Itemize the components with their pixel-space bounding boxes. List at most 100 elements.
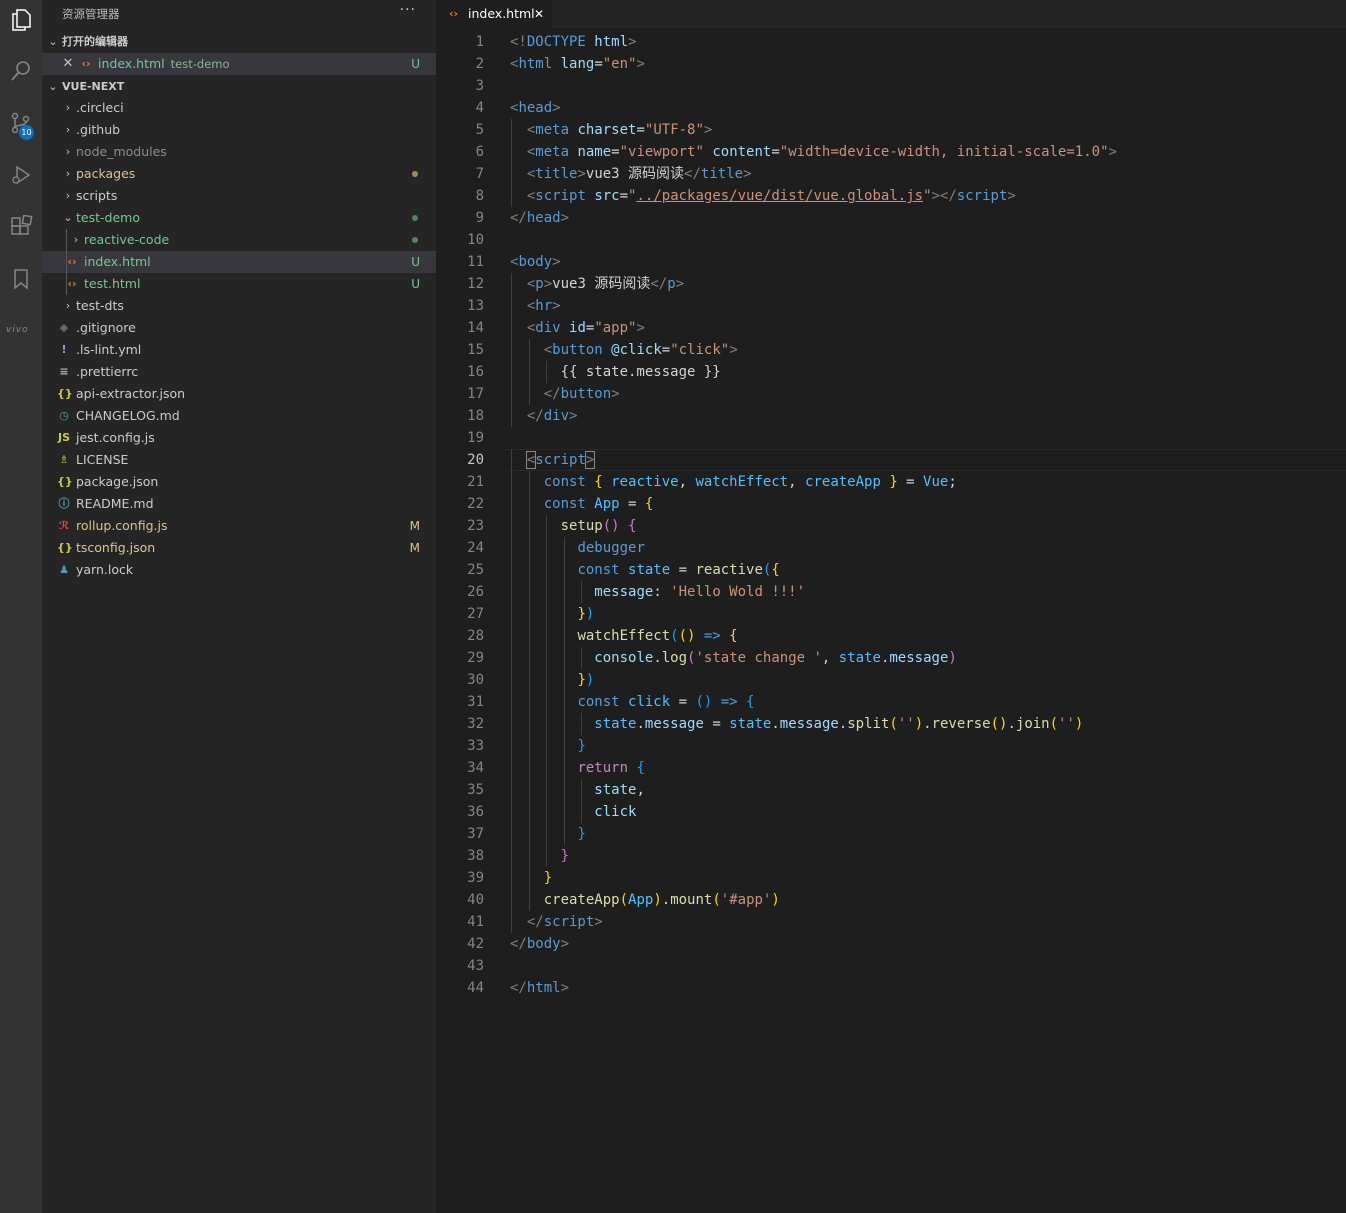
code-line[interactable]: <button @click="click"> [510,339,738,361]
tree-item-label: yarn.lock [76,562,134,577]
code-token: < [543,342,553,358]
tree-item-rollup-config-js[interactable]: ℛrollup.config.js M [42,515,436,537]
code-line[interactable]: <!DOCTYPE html> [510,31,636,53]
code-line[interactable]: const state = reactive({ [510,559,779,581]
code-line[interactable]: state, [510,779,645,801]
tree-item-yarn-lock[interactable]: ♟ yarn.lock [42,559,436,581]
tree-item-dot-ls-lint-yml[interactable]: ! .ls-lint.yml [42,339,436,361]
bookmarks-icon[interactable] [5,263,37,295]
tree-item-node-modules[interactable]: › node_modules [42,141,436,163]
tree-item-scripts[interactable]: › scripts [42,185,436,207]
tab-label: index.html [468,6,535,21]
code-line[interactable]: <body> [510,251,561,273]
code-token: debugger [577,540,645,556]
code-line[interactable]: const { reactive, watchEffect, createApp… [510,471,957,493]
tree-item-test-demo[interactable]: ⌄ test-demo [42,207,436,229]
tree-item-dot-gitignore[interactable]: ◆ .gitignore [42,317,436,339]
code-line[interactable]: <script src="../packages/vue/dist/vue.gl… [510,185,1016,207]
code-line[interactable]: const App = { [510,493,654,515]
code-line[interactable]: setup() { [510,515,637,537]
code-line[interactable]: <meta name="viewport" content="width=dev… [510,141,1117,163]
explorer-icon[interactable] [5,4,37,36]
code-line[interactable]: state.message = state.message.split('').… [510,713,1083,735]
close-icon[interactable]: ✕ [534,0,544,28]
code-token: </ [526,914,544,930]
code-line[interactable]: createApp(App).mount('#app') [510,889,780,911]
code-line[interactable]: <div id="app"> [510,317,645,339]
code-line[interactable]: <p>vue3 源码阅读</p> [510,273,684,295]
tree-item-dot-github[interactable]: › .github [42,119,436,141]
code-line[interactable]: debugger [510,537,645,559]
tree-item-reactive-code[interactable]: › reactive-code [42,229,436,251]
chevron-down-icon: ⌄ [48,35,58,48]
code-line[interactable]: watchEffect(() => { [510,625,738,647]
code-token: lang [560,56,595,72]
vivo-logo[interactable]: vivo [6,325,29,335]
code-line[interactable]: <title>vue3 源码阅读</title> [510,163,752,185]
tree-item-readme-md[interactable]: ⓘ README.md [42,493,436,515]
code-line[interactable]: click [510,801,636,823]
project-header[interactable]: ⌄ VUE-NEXT [42,76,436,98]
code-line[interactable]: <head> [510,97,561,119]
tree-item-tsconfig-json[interactable]: {} tsconfig.json M [42,537,436,559]
code-token: > [1007,188,1016,204]
code-line[interactable]: } [510,823,585,845]
code-line[interactable]: </button> [510,383,620,405]
close-icon[interactable]: ✕ [61,53,75,75]
code-token: ../packages/vue/dist/vue.global.js [636,188,924,204]
code-token: </ [543,386,561,402]
code-line[interactable]: </script> [510,911,603,933]
code-line[interactable]: <hr> [510,295,561,317]
code-token: name [577,144,612,160]
code-line[interactable]: </html> [510,977,569,999]
code-line[interactable]: console.log('state change ', state.messa… [510,647,957,669]
code-line[interactable]: }) [510,669,594,691]
open-editors-header[interactable]: ⌄ 打开的编辑器 [42,31,436,53]
code-token: "en" [602,56,637,72]
code-token: > [743,166,752,182]
code-line[interactable]: }) [510,603,594,625]
code-line[interactable]: } [510,735,585,757]
code-line[interactable]: } [510,845,569,867]
search-icon[interactable] [5,55,37,87]
tab-index-html[interactable]: ‹› index.html ✕ [436,0,552,28]
tree-item-jest-config-js[interactable]: JS jest.config.js [42,427,436,449]
open-editor-item[interactable]: ✕ ‹› index.html test-demo U [42,53,436,75]
code-line[interactable]: </div> [510,405,578,427]
run-debug-icon[interactable] [5,159,37,191]
tree-item-test-html[interactable]: ‹› test.html U [42,273,436,295]
line-number: 19 [467,430,484,446]
code-token: > [703,122,713,138]
code-line[interactable]: <script> [510,449,596,471]
code-token: Vue [923,474,949,490]
tree-item-license[interactable]: ♗ LICENSE [42,449,436,471]
code-token: { [729,628,738,644]
extensions-icon[interactable] [5,211,37,243]
code-editor[interactable]: 1 <!DOCTYPE html> 2 <html lang="en"> 3 4 <head… [436,30,1346,1213]
code-line[interactable]: </head> [510,207,569,229]
code-token: } [577,606,586,622]
code-line[interactable]: } [510,867,552,889]
code-line[interactable]: const click = () => { [510,691,754,713]
code-line[interactable]: </body> [510,933,569,955]
code-line[interactable]: return { [510,757,644,779]
more-actions-icon[interactable]: ··· [400,2,416,18]
code-line[interactable]: {{ state.message }} [510,361,721,383]
tree-item-package-json[interactable]: {} package.json [42,471,436,493]
tree-item-changelog-md[interactable]: ◷ CHANGELOG.md [42,405,436,427]
tree-item-api-extractor-json[interactable]: {} api-extractor.json [42,383,436,405]
code-line[interactable]: <html lang="en"> [510,53,645,75]
tree-item-packages[interactable]: › packages [42,163,436,185]
chevron-right-icon: › [73,233,79,246]
tree-item-dot-prettierrc[interactable]: ≡ .prettierrc [42,361,436,383]
code-line[interactable]: <meta charset="UTF-8"> [510,119,713,141]
tree-item-index-html[interactable]: ‹› index.html U [42,251,436,273]
code-token: } [577,672,586,688]
tree-item-test-dts[interactable]: › test-dts [42,295,436,317]
code-line[interactable]: message: 'Hello Wold !!!' [510,581,805,603]
tree-item-dot-circleci[interactable]: › .circleci [42,97,436,119]
